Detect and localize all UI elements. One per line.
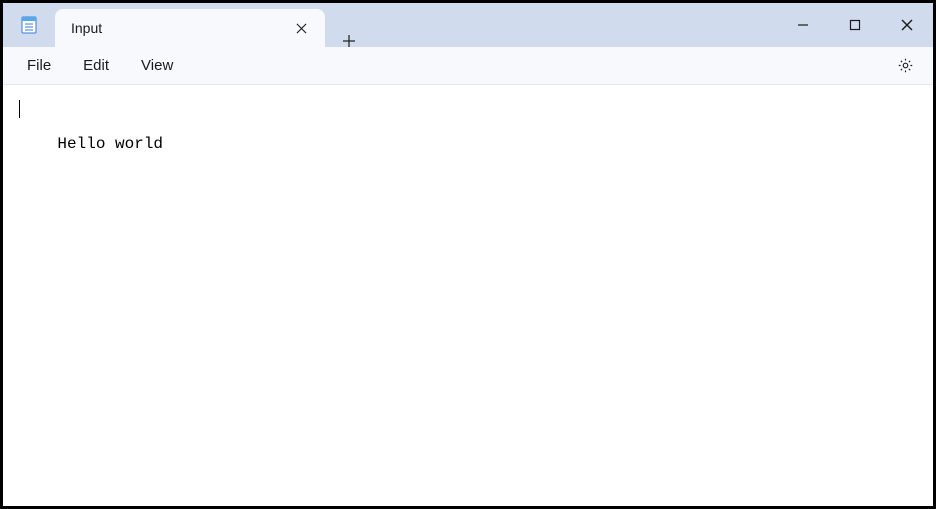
menu-edit[interactable]: Edit [71,51,121,80]
close-icon [901,19,913,31]
notepad-icon [20,16,38,34]
plus-icon [343,35,355,47]
tabs-container: Input [55,3,369,47]
menu-view[interactable]: View [129,51,185,80]
settings-button[interactable] [889,50,921,82]
editor-content: Hello world [57,135,163,153]
menu-file[interactable]: File [15,51,63,80]
titlebar: Input [3,3,933,47]
text-editor[interactable]: Hello world [3,85,933,506]
maximize-icon [849,19,861,31]
app-icon-wrap [3,3,55,47]
tab-title: Input [71,20,287,36]
notepad-window: Input [3,3,933,506]
tab-input[interactable]: Input [55,9,325,47]
menubar: File Edit View [3,47,933,85]
window-controls [777,3,933,47]
close-icon [296,23,307,34]
new-tab-button[interactable] [329,35,369,47]
close-window-button[interactable] [881,3,933,47]
gear-icon [897,57,914,74]
text-cursor [19,100,20,118]
tab-close-button[interactable] [287,14,315,42]
maximize-button[interactable] [829,3,881,47]
minimize-button[interactable] [777,3,829,47]
minimize-icon [797,19,809,31]
